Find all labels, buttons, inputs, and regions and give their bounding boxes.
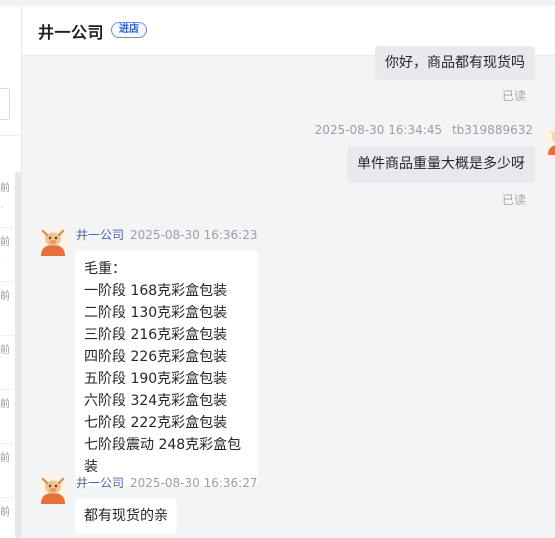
message-line: 毛重： (84, 261, 126, 277)
sender-name[interactable]: 井一公司 (76, 228, 124, 242)
message-bubble-left: 都有现货的亲 (75, 498, 177, 534)
enter-shop-button[interactable]: 进店 (111, 22, 147, 38)
conversation-list-pane: 前 · 前 · 前 前 前 前 前 (0, 0, 22, 538)
message-timestamp: 2025-08-30 16:36:27 (130, 476, 258, 490)
message-line: 二阶段 130克彩盒包装 (84, 305, 228, 321)
message-meta: 井一公司 2025-08-30 16:36:27 (76, 474, 257, 491)
conversation-time: 前 (0, 291, 10, 302)
message-line: 四阶段 226克彩盒包装 (84, 349, 228, 365)
cow-avatar-icon (38, 226, 68, 256)
message-meta: 2025-08-30 16:34:45 tb319889632 (315, 123, 533, 137)
message-line: 一阶段 168克彩盒包装 (84, 283, 228, 299)
message-line: 五阶段 190克彩盒包装 (84, 371, 228, 387)
conversation-item[interactable]: 前 (0, 444, 14, 498)
conversation-time: 前 (0, 345, 10, 356)
message-line: 三阶段 216克彩盒包装 (84, 327, 228, 343)
user-avatar (544, 125, 555, 155)
conversation-item[interactable]: 前 · (0, 228, 14, 282)
conversation-time: 前 (0, 453, 10, 464)
chat-window: 井一公司 进店 你好，商品都有现货吗 已读 2025-08-30 16:34:4… (22, 6, 555, 538)
conversation-item[interactable]: 前 · (0, 174, 14, 228)
conversation-item[interactable]: 前 (0, 336, 14, 390)
conversation-item[interactable]: 前 (0, 390, 14, 444)
shop-name: 井一公司 (38, 23, 105, 42)
conversation-time: 前 (0, 507, 10, 518)
shop-avatar (38, 226, 68, 256)
sender-id: tb319889632 (451, 123, 533, 137)
conversation-item[interactable]: 前 (0, 282, 14, 336)
conversation-item[interactable]: 前 (0, 498, 14, 538)
message-line: 七阶段震动 248克彩盒包装 (84, 437, 242, 475)
list-scrollbar[interactable] (15, 172, 21, 538)
message-text: 你好，商品都有现货吗 (385, 55, 525, 71)
conversation-snippet-dot: · (1, 257, 4, 266)
shop-avatar (38, 474, 68, 504)
message-text: 单件商品重量大概是多少呀 (357, 156, 525, 172)
sender-name[interactable]: 井一公司 (76, 476, 124, 490)
message-text: 都有现货的亲 (84, 508, 168, 524)
conversation-snippet-dot: · (1, 203, 4, 212)
list-divider (0, 135, 22, 136)
read-status: 已读 (501, 193, 526, 207)
top-gap (0, 0, 22, 6)
message-bubble-right: 单件商品重量大概是多少呀 (347, 146, 535, 183)
message-line: 七阶段 222克彩盒包装 (84, 415, 228, 431)
message-bubble-left: 毛重： 一阶段 168克彩盒包装 二阶段 130克彩盒包装 三阶段 216克彩盒… (75, 250, 258, 486)
conversation-time: 前 (0, 399, 10, 410)
search-input[interactable] (0, 88, 10, 120)
message-timestamp: 2025-08-30 16:34:45 (314, 123, 443, 137)
cow-avatar-icon (38, 474, 68, 504)
message-line: 六阶段 324克彩盒包装 (84, 393, 228, 409)
message-bubble-right: 你好，商品都有现货吗 (375, 46, 535, 80)
read-status: 已读 (501, 89, 526, 103)
conversation-time: 前 (0, 183, 10, 194)
message-timestamp: 2025-08-30 16:36:23 (130, 228, 258, 242)
message-meta: 井一公司 2025-08-30 16:36:23 (76, 226, 257, 243)
cow-avatar-icon (544, 125, 555, 155)
conversation-time: 前 (0, 237, 10, 248)
